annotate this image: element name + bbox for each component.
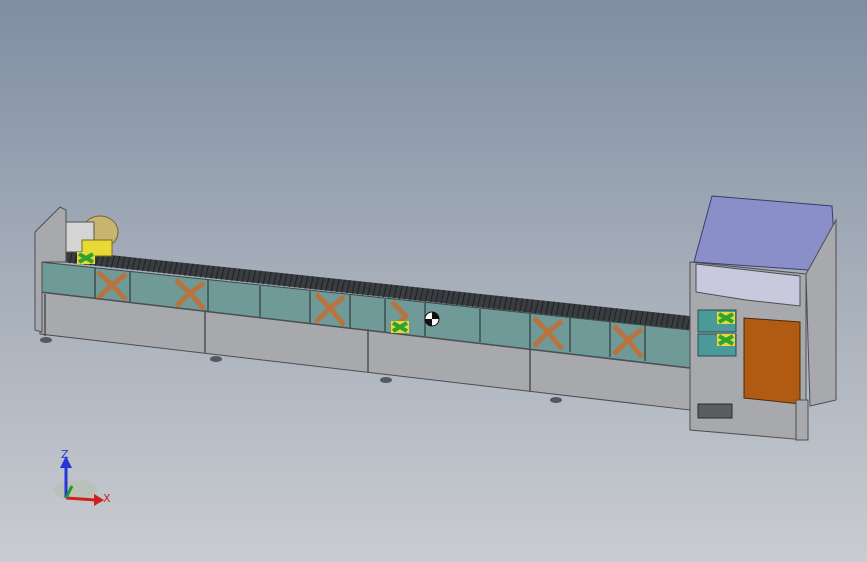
cad-viewport[interactable]: Z X xyxy=(0,0,867,562)
origin-marker-icon xyxy=(424,311,440,327)
triad-x-label: X xyxy=(103,492,111,505)
coordinate-triad[interactable]: Z X xyxy=(54,448,111,506)
triad-y-axis-fan xyxy=(54,480,98,500)
drive-motor-assembly xyxy=(65,215,119,257)
cabinet-leg xyxy=(795,399,809,441)
control-cabinet xyxy=(689,195,837,441)
triad-x-axis xyxy=(65,496,97,502)
cabinet-drawer xyxy=(697,403,733,419)
cabinet-door xyxy=(743,317,801,405)
conveyor-model[interactable]: Z X xyxy=(0,0,867,562)
triad-z-label: Z xyxy=(61,448,69,461)
